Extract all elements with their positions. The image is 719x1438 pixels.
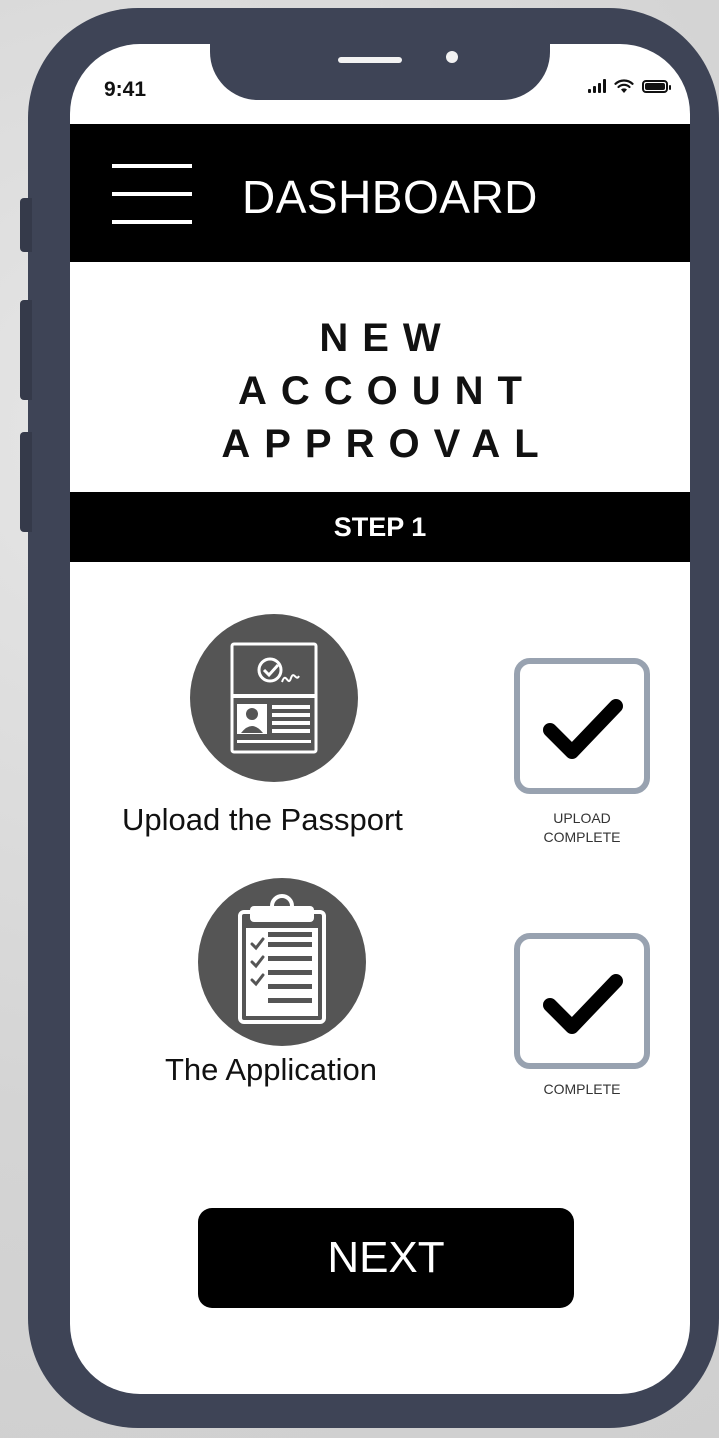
page-title-line: ACCOUNT	[238, 369, 536, 413]
page-title-line: APPROVAL	[221, 422, 553, 466]
volume-down-button	[20, 432, 32, 532]
menu-icon[interactable]	[112, 164, 192, 224]
status-line: COMPLETE	[543, 1081, 621, 1097]
status-line: COMPLETE	[543, 829, 621, 845]
phone-screen: 9:41 DASHBOARD NEW ACCOUNT APPROVAL STEP…	[70, 44, 690, 1394]
clipboard-icon	[238, 894, 326, 1024]
page-title: NEW ACCOUNT APPROVAL	[70, 312, 690, 471]
status-icons	[588, 78, 671, 94]
upload-complete-checkbox[interactable]	[514, 658, 650, 794]
application-label: The Application	[165, 1052, 377, 1087]
passport-icon-circle[interactable]	[190, 614, 358, 782]
volume-up-button	[20, 300, 32, 400]
upload-passport-label: Upload the Passport	[122, 802, 403, 837]
notch	[210, 44, 550, 100]
speaker	[338, 57, 402, 63]
silent-switch	[20, 198, 32, 252]
step-indicator: STEP 1	[70, 492, 690, 562]
next-button[interactable]: NEXT	[198, 1208, 574, 1308]
front-camera	[446, 51, 458, 63]
app-header: DASHBOARD	[70, 124, 690, 262]
passport-icon	[230, 642, 318, 754]
header-title: DASHBOARD	[242, 171, 538, 223]
cellular-signal-icon	[588, 79, 606, 93]
checkmark-icon	[543, 974, 623, 1034]
application-complete-checkbox[interactable]	[514, 933, 650, 1069]
application-complete-status: COMPLETE	[490, 1080, 674, 1099]
checkmark-icon	[543, 699, 623, 759]
page-title-line: NEW	[319, 316, 455, 360]
application-icon-circle[interactable]	[198, 878, 366, 1046]
status-time: 9:41	[104, 78, 147, 101]
upload-complete-status: UPLOAD COMPLETE	[490, 809, 674, 847]
status-line: UPLOAD	[553, 810, 611, 826]
battery-icon	[642, 79, 671, 93]
wifi-icon	[614, 79, 634, 93]
